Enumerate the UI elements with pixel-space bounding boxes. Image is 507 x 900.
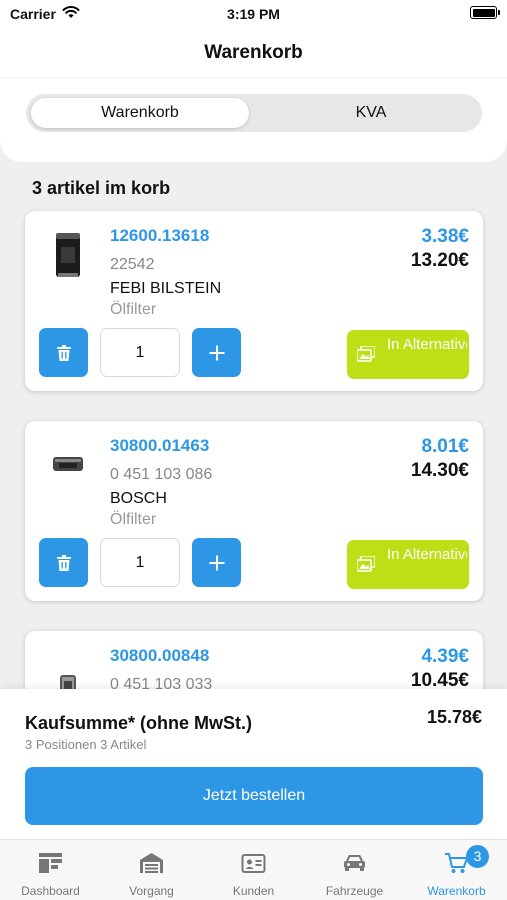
trash-icon bbox=[56, 554, 71, 571]
order-summary: Kaufsumme* (ohne MwSt.) 15.78€ 3 Positio… bbox=[0, 689, 507, 839]
tab-fahrzeuge[interactable]: Fahrzeuge bbox=[304, 840, 405, 900]
tab-label: Fahrzeuge bbox=[325, 884, 384, 898]
article-number[interactable]: 12600.13618 bbox=[110, 226, 209, 246]
tab-label: Vorgang bbox=[129, 884, 174, 898]
article-number[interactable]: 30800.00848 bbox=[110, 646, 209, 666]
brand-name: FEBI BILSTEIN bbox=[110, 280, 222, 297]
price-secondary: 13.20€ bbox=[410, 250, 469, 271]
garage-icon bbox=[140, 853, 163, 873]
dashboard-icon bbox=[39, 853, 62, 873]
contact-card-icon bbox=[241, 854, 266, 873]
alternatives-label: In Alternativen bbox=[387, 336, 467, 353]
total-label: Kaufsumme* (ohne MwSt.) bbox=[25, 713, 253, 733]
price-primary: 8.01€ bbox=[421, 436, 469, 457]
price-primary: 4.39€ bbox=[421, 646, 469, 667]
segment-warenkorb[interactable]: Warenkorb bbox=[31, 98, 249, 128]
item-category: Ölfilter bbox=[110, 301, 157, 318]
price-primary: 3.38€ bbox=[421, 226, 469, 247]
tab-label: Warenkorb bbox=[427, 884, 486, 898]
price-secondary: 14.30€ bbox=[410, 460, 469, 481]
battery-icon bbox=[470, 6, 500, 19]
page-title: Warenkorb bbox=[204, 42, 303, 63]
brand-name: BOSCH bbox=[110, 490, 167, 507]
segmented-control: Warenkorb KVA bbox=[26, 94, 482, 132]
order-summary-text: 3 Positionen 3 Artikel bbox=[25, 737, 147, 752]
cart-count-title: 3 artikel im korb bbox=[32, 178, 171, 198]
image-stack-icon bbox=[357, 346, 375, 362]
tab-kunden[interactable]: Kunden bbox=[203, 840, 304, 900]
tab-dashboard[interactable]: Dashboard bbox=[0, 840, 101, 900]
oil-filter-image bbox=[53, 457, 83, 471]
delete-button[interactable] bbox=[39, 328, 88, 377]
increase-quantity-button[interactable] bbox=[192, 328, 241, 377]
article-number[interactable]: 30800.01463 bbox=[110, 436, 209, 456]
alternatives-button[interactable]: In Alternativen bbox=[347, 330, 469, 379]
status-bar: Carrier 3:19 PM bbox=[0, 0, 507, 30]
car-icon bbox=[344, 855, 365, 871]
cart-badge: 3 bbox=[466, 845, 489, 868]
quantity-field[interactable]: 1 bbox=[100, 538, 180, 587]
cart-item-card: 30800.01463 0 451 103 086 BOSCH Ölfilter… bbox=[25, 421, 483, 601]
reference-number: 0 451 103 086 bbox=[110, 466, 213, 483]
order-now-button[interactable]: Jetzt bestellen bbox=[25, 767, 483, 825]
tab-label: Dashboard bbox=[21, 884, 80, 898]
tab-warenkorb[interactable]: 3 Warenkorb bbox=[406, 840, 507, 900]
quantity-field[interactable]: 1 bbox=[100, 328, 180, 377]
delete-button[interactable] bbox=[39, 538, 88, 587]
item-category: Ölfilter bbox=[110, 511, 157, 528]
tab-bar: Dashboard Vorgang Kunden Fahrzeuge 3 War… bbox=[0, 839, 507, 900]
plus-icon bbox=[209, 345, 224, 360]
segment-kva[interactable]: KVA bbox=[262, 98, 480, 128]
alternatives-button[interactable]: In Alternativen bbox=[347, 540, 469, 589]
plus-icon bbox=[209, 555, 224, 570]
alternatives-label: In Alternativen bbox=[387, 546, 467, 563]
segment-container: Warenkorb KVA bbox=[0, 78, 507, 162]
trash-icon bbox=[56, 344, 71, 361]
total-value: 15.78€ bbox=[426, 707, 482, 727]
tab-vorgang[interactable]: Vorgang bbox=[101, 840, 202, 900]
nav-header: Warenkorb bbox=[0, 30, 507, 78]
cart-item-card: 12600.13618 22542 FEBI BILSTEIN Ölfilter… bbox=[25, 211, 483, 391]
reference-number: 22542 bbox=[110, 256, 155, 273]
tab-label: Kunden bbox=[232, 884, 275, 898]
image-stack-icon bbox=[357, 556, 375, 572]
oil-filter-image bbox=[56, 233, 80, 277]
increase-quantity-button[interactable] bbox=[192, 538, 241, 587]
clock: 3:19 PM bbox=[227, 6, 280, 22]
